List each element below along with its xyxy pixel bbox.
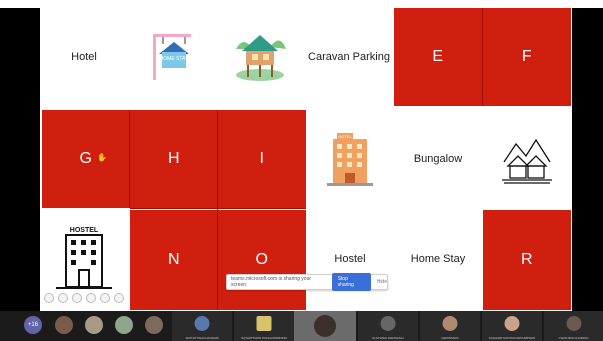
participant-name: CHATHIDA CHAIWAN: [558, 336, 589, 340]
tile-g[interactable]: G: [42, 110, 130, 208]
participant-name: NARISSARA: [441, 336, 459, 340]
participant-avatar: [504, 316, 520, 331]
tile-i-letter: I: [259, 150, 265, 167]
participant-avatar: [380, 316, 396, 331]
participant-avatar[interactable]: [115, 316, 133, 334]
stilt-house-icon: [236, 35, 286, 81]
more-participants-button[interactable]: +16: [24, 316, 42, 334]
cell-hotel: Hotel: [40, 8, 128, 106]
participant-avatar[interactable]: [55, 316, 73, 334]
tile-e[interactable]: E: [394, 8, 482, 106]
participant-avatar: [566, 316, 581, 331]
participant-avatar: [194, 316, 210, 331]
left-black-bar: [0, 8, 40, 311]
homestay-sign-icon: HOME STAY: [153, 34, 191, 80]
tile-f[interactable]: F: [483, 8, 571, 106]
slide-control[interactable]: [100, 293, 110, 303]
hostel-building-icon: HOSTEL: [56, 227, 112, 289]
bungalow-label: Bungalow: [413, 153, 463, 165]
participant-tile[interactable]: KULTHIDA WANNASAI: [358, 311, 418, 341]
tile-f-letter: F: [521, 48, 533, 65]
mouse-cursor-icon: ✋: [97, 153, 107, 162]
stop-sharing-button[interactable]: Stop sharing: [331, 273, 371, 291]
tile-n[interactable]: N: [130, 210, 218, 310]
slide-control[interactable]: [86, 293, 96, 303]
shared-slide: Hotel HOME STAY Caravan Parking E F G H …: [40, 8, 572, 311]
participant-tile[interactable]: SUCHARI NANTACHAIKUMPHAN: [482, 311, 542, 341]
hostel-sign-text: HOSTEL: [70, 227, 99, 234]
caravan-label: Caravan Parking: [308, 51, 390, 63]
share-message: teams.microsoft.com is sharing your scre…: [231, 276, 312, 288]
tile-o-letter: O: [255, 251, 269, 268]
right-black-bar: [572, 8, 603, 311]
tile-h[interactable]: H: [130, 110, 218, 208]
grid-divider: [129, 110, 130, 208]
participant-avatar[interactable]: [85, 316, 103, 334]
participant-tile[interactable]: ARTHIT PHACHANNAM: [172, 311, 232, 341]
participant-avatar: [256, 316, 272, 331]
participant-tile[interactable]: NARISSARA: [420, 311, 480, 341]
hide-button[interactable]: Hide: [377, 279, 387, 285]
slide-next-control[interactable]: [114, 293, 124, 303]
tile-r[interactable]: R: [483, 210, 571, 310]
slide-prev-control[interactable]: [44, 293, 54, 303]
tile-n-letter: N: [167, 251, 181, 268]
tile-g-letter: G: [79, 150, 93, 167]
tile-e-letter: E: [432, 48, 444, 65]
hotel-sign-text: HOTEL: [338, 134, 352, 139]
grid-divider: [217, 110, 218, 310]
cell-hotel-building: HOTEL: [306, 110, 394, 208]
cell-stilt-house: [216, 8, 304, 106]
participant-tile[interactable]: SATHATTRON PONGANORNSRI: [234, 311, 294, 341]
grid-divider: [482, 8, 483, 106]
tile-r-letter: R: [520, 251, 534, 268]
tile-h-letter: H: [167, 150, 181, 167]
participant-video: [314, 315, 336, 337]
homestay-label: Home Stay: [410, 253, 466, 265]
cell-caravan: Caravan Parking: [304, 8, 394, 106]
cell-cabins: [483, 110, 571, 208]
slide-control[interactable]: [58, 293, 68, 303]
participant-avatar: [442, 316, 458, 331]
participant-name: ARTHIT PHACHANNAM: [185, 336, 219, 340]
tile-o[interactable]: O: [218, 210, 306, 310]
hotel-label: Hotel: [71, 51, 97, 63]
mountain-cabins-icon: [502, 138, 552, 184]
participant-tile[interactable]: CHATHIDA CHAIWAN: [544, 311, 603, 341]
more-count: +16: [27, 322, 39, 328]
tile-i[interactable]: I: [218, 110, 306, 208]
cell-hostel: Hostel: [306, 210, 394, 308]
slide-controls: [44, 293, 124, 305]
cell-bungalow: Bungalow: [394, 110, 482, 208]
slide-control[interactable]: [72, 293, 82, 303]
hostel-label: Hostel: [334, 253, 366, 265]
screen-share-bar: teams.microsoft.com is sharing your scre…: [226, 273, 388, 291]
hotel-building-icon: HOTEL: [327, 133, 373, 186]
participant-avatar[interactable]: [145, 316, 163, 334]
participant-name: SATHATTRON PONGANORNSRI: [241, 336, 287, 340]
participant-name: SUCHARI NANTACHAIKUMPHAN: [488, 336, 536, 340]
cell-homestay: Home Stay: [394, 210, 482, 308]
grid-divider: [130, 208, 306, 209]
participant-video-tile[interactable]: [294, 311, 356, 341]
homestay-sign-text: HOME STAY: [160, 56, 189, 62]
participant-name: KULTHIDA WANNASAI: [372, 336, 404, 340]
cell-homestay-sign: HOME STAY: [128, 8, 216, 106]
